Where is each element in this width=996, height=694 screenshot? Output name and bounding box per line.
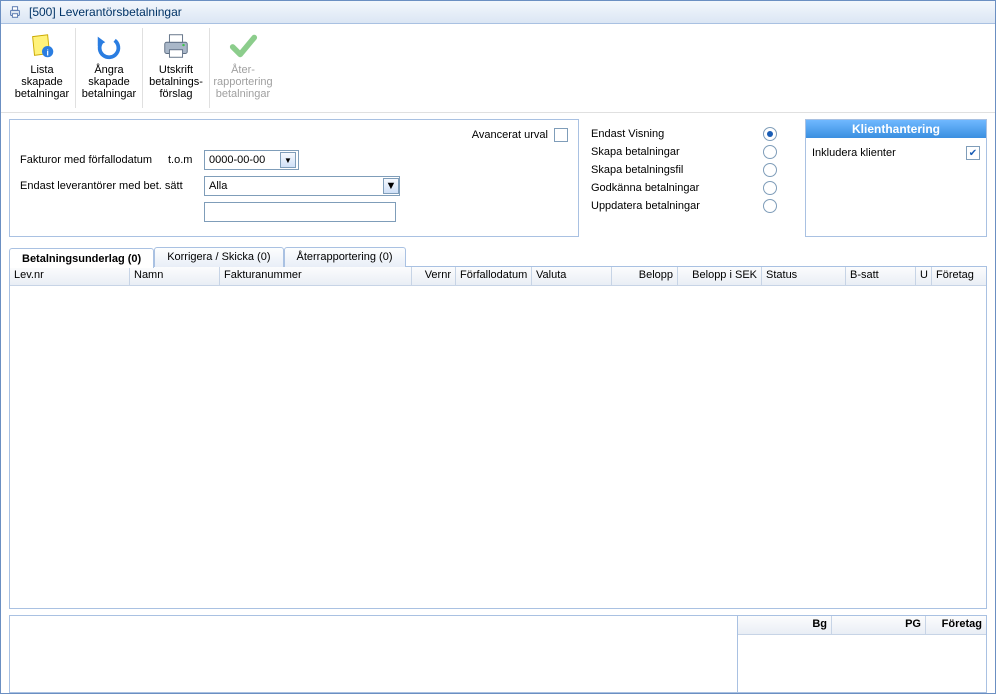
- printer-icon: [7, 4, 23, 20]
- undo-arrow-icon: [93, 30, 125, 62]
- include-clients-checkbox[interactable]: ✔: [966, 146, 980, 160]
- tom-label: t.o.m: [168, 154, 204, 166]
- mode-option-update[interactable]: Uppdatera betalningar: [591, 200, 763, 212]
- mode-radio-create[interactable]: [763, 145, 777, 159]
- mode-radio-group: Endast Visning Skapa betalningar Skapa b…: [591, 119, 781, 237]
- col-bsatt[interactable]: B-satt: [846, 267, 916, 285]
- printer-color-icon: [160, 30, 192, 62]
- col-pg[interactable]: PG: [832, 616, 926, 634]
- filter-panel: Avancerat urval Fakturor med förfallodat…: [9, 119, 579, 237]
- col-levnr[interactable]: Lev.nr: [10, 267, 130, 285]
- mode-radio-update[interactable]: [763, 199, 777, 213]
- advanced-selection-label: Avancerat urval: [472, 129, 548, 141]
- mode-radio-view[interactable]: [763, 127, 777, 141]
- tab-correct-send[interactable]: Korrigera / Skicka (0): [154, 247, 283, 267]
- suppliers-pay-method-label: Endast leverantörer med bet. sätt: [20, 180, 204, 192]
- tab-payment-basis[interactable]: Betalningsunderlag (0): [9, 248, 154, 268]
- col-vernr[interactable]: Vernr: [412, 267, 456, 285]
- bottom-detail-panel[interactable]: [9, 615, 738, 693]
- svg-text:i: i: [46, 47, 48, 57]
- col-u[interactable]: U: [916, 267, 932, 285]
- tab-reporting-back[interactable]: Återrapportering (0): [284, 247, 406, 267]
- advanced-selection-checkbox[interactable]: [554, 128, 568, 142]
- invoices-due-label: Fakturor med förfallodatum: [20, 154, 168, 166]
- window-titlebar: [500] Leverantörsbetalningar: [1, 1, 995, 24]
- col-bg[interactable]: Bg: [738, 616, 832, 634]
- due-date-input[interactable]: ▼: [204, 150, 299, 170]
- mode-option-approve[interactable]: Godkänna betalningar: [591, 182, 763, 194]
- extra-filter-field[interactable]: [204, 202, 396, 222]
- include-clients-label: Inkludera klienter: [812, 147, 896, 159]
- suppliers-pay-method-select[interactable]: Alla ▼: [204, 176, 400, 196]
- date-picker-button[interactable]: ▼: [280, 152, 296, 168]
- col-fakturanummer[interactable]: Fakturanummer: [220, 267, 412, 285]
- col-status[interactable]: Status: [762, 267, 846, 285]
- col-namn[interactable]: Namn: [130, 267, 220, 285]
- col-belopp-sek[interactable]: Belopp i SEK: [678, 267, 762, 285]
- bottom-summary-panel: Bg PG Företag: [738, 615, 987, 693]
- grid-body[interactable]: [10, 286, 986, 608]
- tabs: Betalningsunderlag (0) Korrigera / Skick…: [9, 247, 987, 267]
- client-handling-header: Klienthantering: [806, 120, 986, 138]
- main-grid: Lev.nr Namn Fakturanummer Vernr Förfallo…: [9, 266, 987, 609]
- col-belopp[interactable]: Belopp: [612, 267, 678, 285]
- mode-option-createfile[interactable]: Skapa betalningsfil: [591, 164, 763, 176]
- col-forfallodatum[interactable]: Förfallodatum: [456, 267, 532, 285]
- mode-radio-createfile[interactable]: [763, 163, 777, 177]
- mode-radio-approve[interactable]: [763, 181, 777, 195]
- print-payment-proposal-button[interactable]: Utskrift betalnings- förslag: [143, 28, 210, 108]
- note-info-icon: i: [26, 30, 58, 62]
- list-created-payments-button[interactable]: i Lista skapade betalningar: [9, 28, 76, 108]
- col-valuta[interactable]: Valuta: [532, 267, 612, 285]
- chevron-down-icon[interactable]: ▼: [383, 178, 399, 194]
- window-title: [500] Leverantörsbetalningar: [29, 5, 182, 19]
- mode-option-create[interactable]: Skapa betalningar: [591, 146, 763, 158]
- due-date-field[interactable]: [207, 153, 279, 167]
- col-foretag[interactable]: Företag: [932, 267, 986, 285]
- col-foretag-sum[interactable]: Företag: [926, 616, 986, 634]
- report-back-payments-button[interactable]: Åter- rapportering betalningar: [210, 28, 276, 108]
- grid-header-row: Lev.nr Namn Fakturanummer Vernr Förfallo…: [10, 267, 986, 286]
- client-handling-panel: Klienthantering Inkludera klienter ✔: [805, 119, 987, 237]
- undo-created-payments-button[interactable]: Ångra skapade betalningar: [76, 28, 143, 108]
- green-check-icon: [227, 30, 259, 62]
- toolbar: i Lista skapade betalningar Ångra skapad…: [1, 24, 995, 113]
- mode-option-view[interactable]: Endast Visning: [591, 128, 763, 140]
